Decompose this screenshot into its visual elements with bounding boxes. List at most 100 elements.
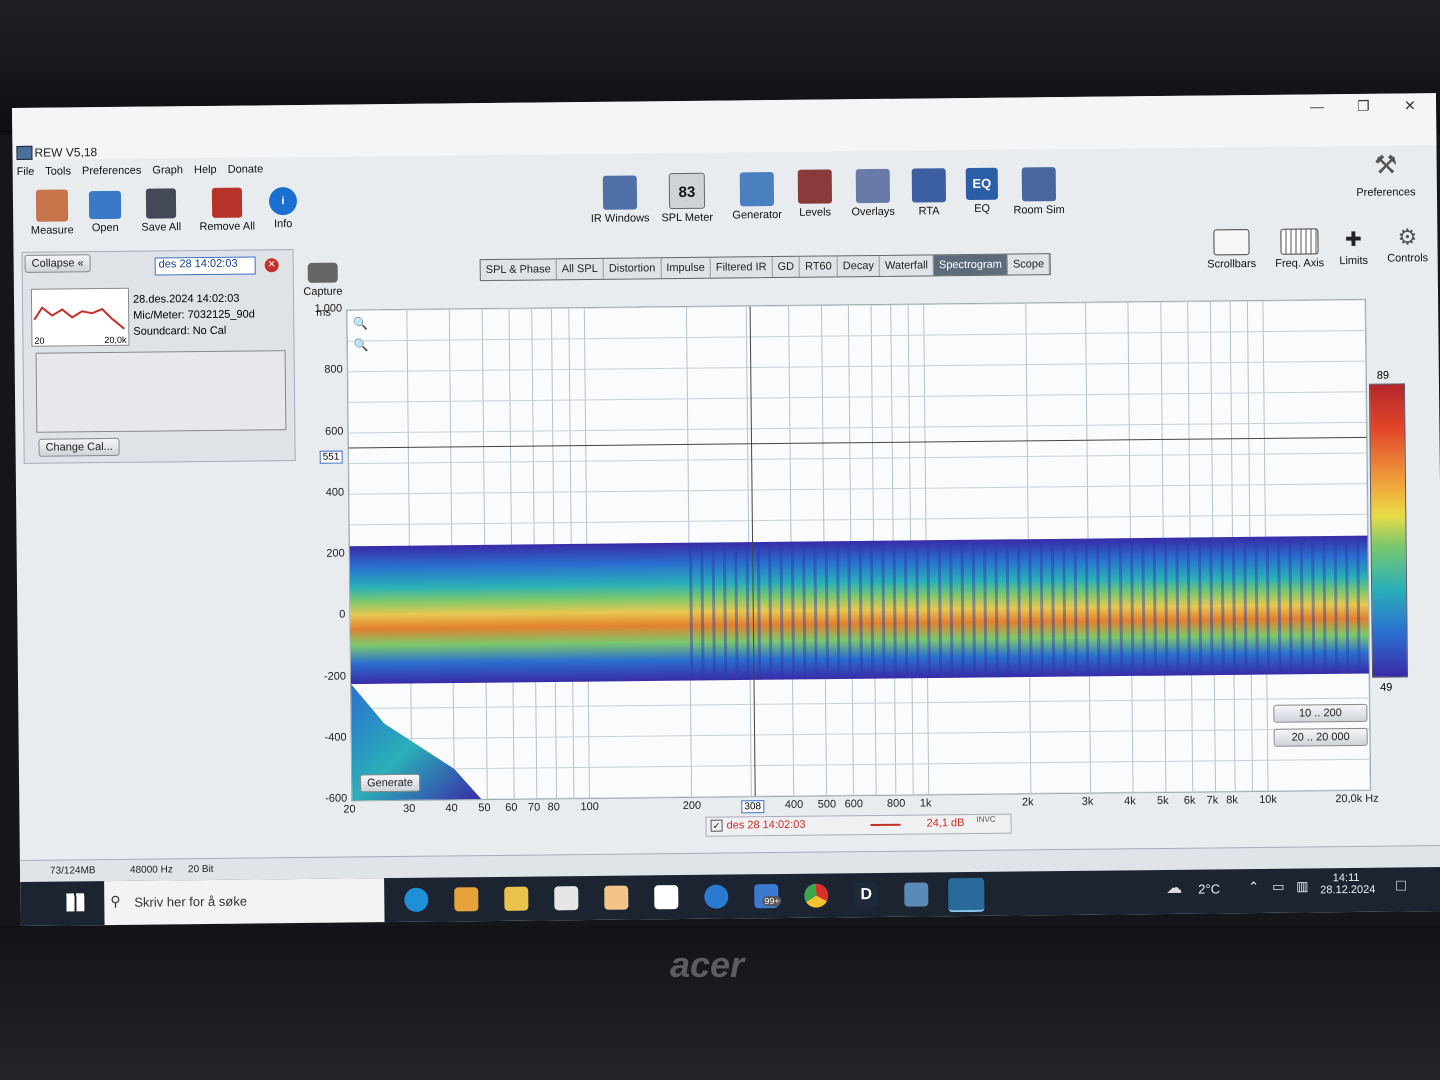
menu-graph[interactable]: Graph	[152, 164, 183, 176]
capture-button[interactable]: Capture	[300, 262, 346, 298]
measurement-thumbnail[interactable]: 20 20,0k	[30, 287, 130, 347]
tab-gd[interactable]: GD	[772, 256, 801, 278]
tab-all-spl[interactable]: All SPL	[556, 258, 604, 280]
menu-tools[interactable]: Tools	[45, 165, 71, 177]
rta-button[interactable]: RTA	[911, 168, 948, 218]
zoom-in-icon[interactable]: 🔍	[353, 316, 368, 330]
measure-button[interactable]: Measure	[27, 189, 77, 237]
battery-icon[interactable]: ▭	[1272, 879, 1284, 895]
info-button[interactable]: i Info	[267, 187, 299, 230]
menu-help[interactable]: Help	[194, 164, 217, 176]
app-icon[interactable]	[604, 885, 629, 910]
collapse-button[interactable]: Collapse «	[24, 254, 91, 273]
x-tick-label: 80	[547, 801, 560, 814]
rta-label: RTA	[918, 205, 940, 218]
open-button[interactable]: Open	[85, 190, 125, 235]
network-icon[interactable]: ▥	[1296, 878, 1308, 894]
taskbar-search[interactable]: ⚲ Skriv her for å søke	[104, 878, 385, 926]
cursor-y-readout: 551	[319, 450, 343, 464]
x-tick-label: 20	[343, 803, 356, 816]
y-tick-label: 600	[324, 425, 344, 438]
zoom-out-icon[interactable]: 🔍	[353, 338, 368, 352]
controls-button[interactable]: ⚙ Controls	[1383, 224, 1431, 265]
dell-icon[interactable]: D	[854, 882, 879, 908]
menu-donate[interactable]: Donate	[228, 163, 264, 175]
save-all-button[interactable]: Save All	[137, 188, 185, 234]
tab-spectrogram[interactable]: Spectrogram	[933, 254, 1009, 276]
x-tick-label: 20,0k Hz	[1335, 792, 1379, 806]
levels-label: Levels	[799, 206, 832, 219]
room-sim-button[interactable]: Room Sim	[1011, 167, 1068, 217]
preferences-button[interactable]: ⚒ Preferences	[1351, 149, 1422, 199]
notifications-icon[interactable]: □	[1396, 877, 1406, 895]
generate-button[interactable]: Generate	[359, 773, 421, 793]
legend-checkbox[interactable]: ✓	[710, 819, 723, 832]
measurement-soundcard: Soundcard: No Cal	[133, 324, 227, 338]
minimize-button[interactable]: —	[1310, 98, 1324, 114]
file-explorer-icon[interactable]	[504, 886, 529, 911]
internet-explorer-icon[interactable]	[704, 884, 729, 909]
document-icon[interactable]	[654, 885, 679, 910]
tab-impulse[interactable]: Impulse	[661, 257, 711, 279]
grid-line-y	[348, 391, 1367, 403]
scrollbars-icon	[1213, 229, 1250, 256]
tab-scope[interactable]: Scope	[1007, 254, 1051, 275]
save-all-label: Save All	[141, 221, 182, 234]
range-10-200-button[interactable]: 10 .. 200	[1273, 703, 1368, 723]
change-cal-button[interactable]: Change Cal...	[38, 437, 120, 457]
tab-rt60[interactable]: RT60	[799, 256, 838, 277]
spl-meter-button[interactable]: 83 SPL Meter	[659, 172, 716, 225]
tab-spl-phase[interactable]: SPL & Phase	[480, 259, 557, 281]
close-button[interactable]: ✕	[1404, 97, 1416, 114]
home-icon[interactable]	[554, 886, 579, 911]
generator-button[interactable]: Generator	[727, 172, 788, 222]
freq-axis-button[interactable]: Freq. Axis	[1267, 228, 1331, 270]
tab-distortion[interactable]: Distortion	[603, 258, 662, 279]
measurement-notes[interactable]	[35, 350, 287, 433]
weather-icon[interactable]: ☁	[1166, 878, 1182, 898]
x-tick-label: 400	[784, 798, 804, 811]
grid-line-y	[347, 299, 1366, 312]
preferences-label: Preferences	[1356, 186, 1416, 199]
thumb-right-label: 20,0k	[104, 334, 127, 346]
freq-axis-icon	[1280, 228, 1319, 255]
overlays-button[interactable]: Overlays	[847, 168, 900, 219]
network-app-icon[interactable]	[904, 882, 929, 907]
scrollbars-button[interactable]: Scrollbars	[1203, 229, 1259, 271]
open-label: Open	[91, 221, 119, 235]
remove-all-button[interactable]: Remove All	[197, 187, 257, 233]
freq-axis-label: Freq. Axis	[1275, 257, 1325, 270]
tab-filtered-ir[interactable]: Filtered IR	[710, 257, 773, 278]
limits-button[interactable]: ✚ Limits	[1333, 228, 1373, 267]
y-tick-label: 800	[324, 363, 343, 376]
room-sim-icon	[1021, 167, 1057, 202]
tab-waterfall[interactable]: Waterfall	[879, 255, 935, 276]
delete-measurement-icon[interactable]: ✕	[264, 258, 279, 273]
save-icon	[145, 188, 177, 219]
chrome-icon[interactable]	[804, 883, 829, 908]
rew-taskbar-icon[interactable]	[948, 877, 985, 913]
clock[interactable]: 14:11 28.12.2024	[1320, 872, 1375, 896]
menu-preferences[interactable]: Preferences	[82, 165, 141, 178]
edge-icon[interactable]	[404, 887, 429, 912]
x-tick-label: 200	[682, 799, 702, 813]
eq-icon: EQ	[965, 167, 999, 201]
levels-button[interactable]: Levels	[795, 169, 836, 219]
tab-decay[interactable]: Decay	[837, 255, 881, 277]
maximize-button[interactable]: ❐	[1357, 98, 1370, 115]
grid-line-y	[348, 452, 1367, 465]
x-tick-label: 100	[580, 800, 599, 814]
tray-chevron-icon[interactable]: ⌃	[1248, 879, 1259, 895]
windows-start-icon[interactable]	[66, 893, 85, 912]
grid-line-y	[349, 513, 1368, 526]
eq-button[interactable]: EQ EQ	[965, 167, 999, 215]
mail-icon[interactable]: 99+	[754, 884, 782, 909]
color-scale	[1368, 383, 1409, 678]
range-20-20000-button[interactable]: 20 .. 20 000	[1273, 727, 1368, 747]
store-icon[interactable]	[454, 887, 479, 912]
ir-windows-button[interactable]: IR Windows	[587, 175, 654, 225]
spl-meter-icon: 83	[668, 172, 706, 210]
measurement-name-field[interactable]: des 28 14:02:03	[154, 256, 256, 276]
spectrogram-plot[interactable]: 🔍 🔍 Generate 10 .. 200 20 .. 20 000	[346, 298, 1372, 802]
menu-file[interactable]: File	[17, 166, 35, 178]
